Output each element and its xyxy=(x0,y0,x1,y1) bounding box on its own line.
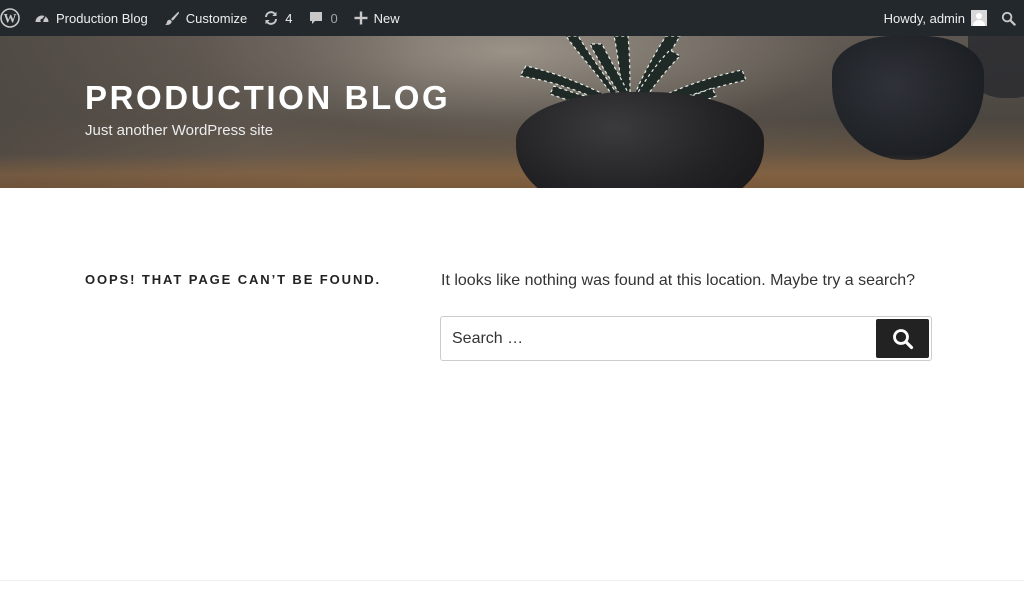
updates-count: 4 xyxy=(285,10,293,26)
search-submit-button[interactable] xyxy=(876,319,929,358)
comment-bubble-icon xyxy=(310,12,323,24)
dashboard-gauge-icon xyxy=(35,15,49,23)
customize-label: Customize xyxy=(185,10,248,26)
search-input[interactable] xyxy=(442,318,872,359)
site-title[interactable]: PRODUCTION BLOG xyxy=(85,78,450,118)
new-content-menu[interactable]: New xyxy=(346,0,408,36)
my-account-menu[interactable]: Howdy, admin xyxy=(876,0,997,36)
wordpress-logo-icon: W xyxy=(0,8,20,28)
search-icon xyxy=(892,328,913,349)
comments-count: 0 xyxy=(330,10,338,26)
page-title: OOPS! THAT PAGE CAN’T BE FOUND. xyxy=(85,272,382,287)
site-description: Just another WordPress site xyxy=(85,122,274,139)
customize-menu[interactable]: Customize xyxy=(156,0,255,36)
header-image-table xyxy=(0,154,1024,188)
main-content: OOPS! THAT PAGE CAN’T BE FOUND. It looks… xyxy=(0,188,1024,580)
howdy-greeting: Howdy, admin xyxy=(883,10,965,26)
not-found-message: It looks like nothing was found at this … xyxy=(441,272,916,289)
site-header: PRODUCTION BLOG Just another WordPress s… xyxy=(0,36,1024,188)
header-image-main-pot xyxy=(516,92,764,188)
site-name-label: Production Blog xyxy=(56,10,148,26)
new-label: New xyxy=(373,10,400,26)
site-name-menu[interactable]: Production Blog xyxy=(26,0,156,36)
comments-menu[interactable]: 0 xyxy=(300,0,345,36)
wordpress-logo-menu[interactable]: W xyxy=(0,0,26,36)
footer-divider xyxy=(0,580,1024,581)
search-icon xyxy=(1001,11,1016,26)
plus-icon xyxy=(354,11,368,25)
search-form xyxy=(440,316,932,361)
header-image-right-pot xyxy=(832,36,984,160)
svg-text:W: W xyxy=(4,11,17,26)
admin-bar: W Production Blog Customize 4 0 New Howd… xyxy=(0,0,1024,36)
avatar xyxy=(971,10,987,26)
site-branding: PRODUCTION BLOG Just another WordPress s… xyxy=(85,78,450,139)
updates-menu[interactable]: 4 xyxy=(255,0,300,36)
paintbrush-icon xyxy=(164,11,179,25)
adminbar-search-button[interactable] xyxy=(997,0,1024,36)
refresh-icon xyxy=(265,11,278,25)
